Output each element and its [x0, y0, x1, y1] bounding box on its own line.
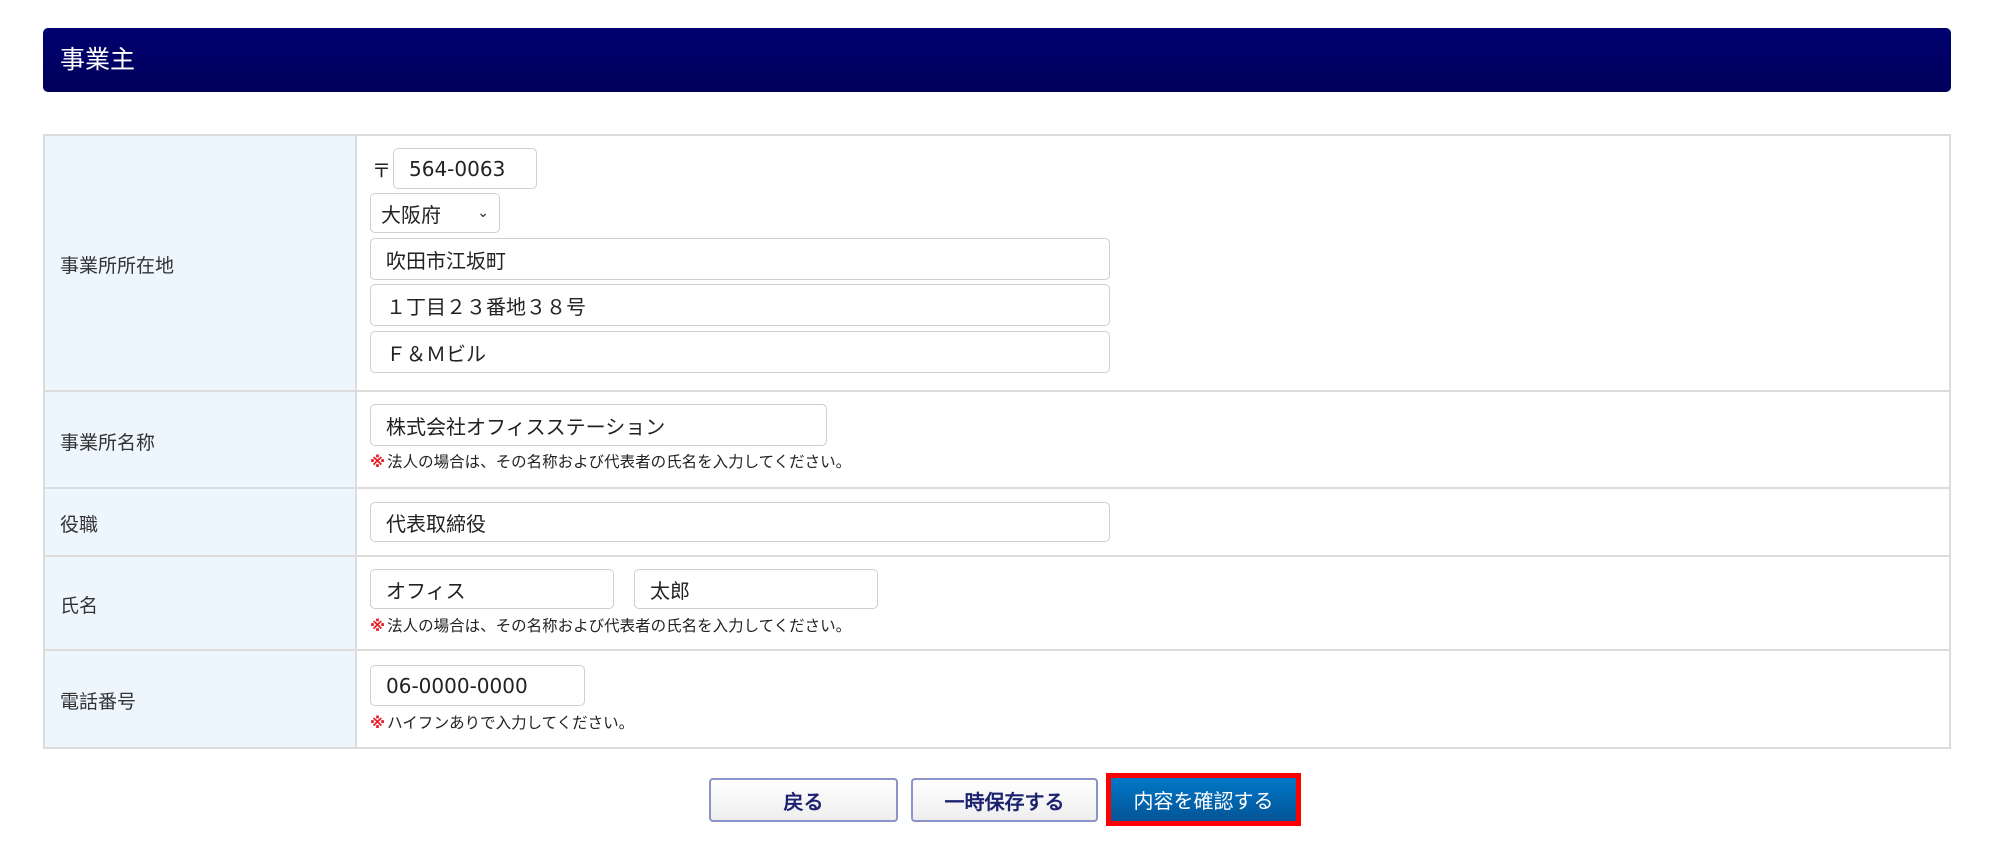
company-note: ※ 法人の場合は、その名称および代表者の氏名を入力してください。	[370, 450, 851, 472]
note-mark: ※	[370, 453, 386, 471]
prefecture-value: 大阪府	[381, 202, 441, 227]
row-divider	[43, 390, 1951, 392]
chevron-down-icon: ⌄	[477, 205, 489, 221]
address-label: 事業所所在地	[60, 255, 175, 277]
prefecture-select[interactable]: 大阪府 ⌄	[370, 193, 500, 233]
address-line1-input[interactable]: 吹田市江坂町	[370, 238, 1110, 280]
postal-code-input[interactable]: 564-0063	[393, 148, 537, 189]
phone-input[interactable]: 06-0000-0000	[370, 665, 585, 706]
postal-mark: 〒	[372, 160, 392, 182]
last-name-input[interactable]: オフィス	[370, 569, 614, 609]
first-name-input[interactable]: 太郎	[634, 569, 878, 609]
note-mark: ※	[370, 617, 386, 635]
confirm-button-highlight: 内容を確認する	[1106, 773, 1301, 826]
section-header: 事業主	[43, 28, 1951, 92]
title-label: 役職	[60, 514, 99, 536]
row-divider	[43, 555, 1951, 557]
company-name-input[interactable]: 株式会社オフィスステーション	[370, 404, 827, 446]
phone-label: 電話番号	[60, 691, 137, 713]
company-label: 事業所名称	[60, 432, 156, 454]
note-mark: ※	[370, 714, 386, 732]
note-text: ハイフンありで入力してください。	[387, 714, 635, 732]
note-text: 法人の場合は、その名称および代表者の氏名を入力してください。	[387, 617, 852, 635]
address-line2-input[interactable]: １丁目２３番地３８号	[370, 284, 1110, 326]
name-label: 氏名	[60, 595, 99, 617]
row-divider	[43, 487, 1951, 489]
back-button[interactable]: 戻る	[709, 778, 898, 822]
address-line3-input[interactable]: Ｆ＆Ｍビル	[370, 331, 1110, 373]
confirm-button[interactable]: 内容を確認する	[1111, 778, 1296, 821]
save-draft-button[interactable]: 一時保存する	[911, 778, 1098, 822]
name-note: ※ 法人の場合は、その名称および代表者の氏名を入力してください。	[370, 614, 851, 636]
title-input[interactable]: 代表取締役	[370, 502, 1110, 542]
note-text: 法人の場合は、その名称および代表者の氏名を入力してください。	[387, 453, 852, 471]
phone-note: ※ ハイフンありで入力してください。	[370, 711, 634, 733]
row-divider	[43, 649, 1951, 651]
